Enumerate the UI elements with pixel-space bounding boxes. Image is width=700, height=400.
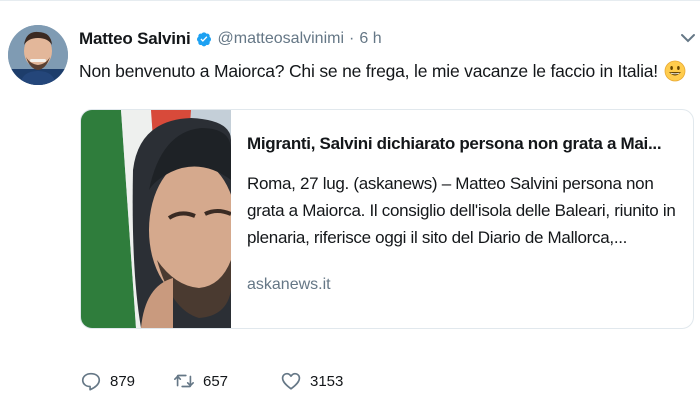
retweet-count: 657	[203, 372, 229, 390]
link-preview-card[interactable]: Migranti, Salvini dichiarato persona non…	[80, 109, 694, 329]
like-count: 3153	[310, 372, 344, 390]
card-thumbnail	[81, 110, 231, 328]
card-domain: askanews.it	[247, 276, 331, 293]
verified-badge-icon	[196, 31, 212, 47]
reply-button[interactable]: 879	[80, 370, 173, 392]
chevron-down-icon[interactable]	[679, 31, 697, 45]
heart-icon	[280, 370, 302, 392]
retweet-button[interactable]: 657	[173, 370, 280, 392]
tweet-header: Matteo Salvini @matteosalvinimi · 6 h	[79, 27, 382, 51]
tweet-actions: 879 657 3153	[80, 370, 380, 392]
card-body: Migranti, Salvini dichiarato persona non…	[231, 110, 693, 328]
avatar-photo	[8, 25, 68, 85]
tweet-text-row: Non benvenuto a Maiorca? Chi se ne frega…	[79, 60, 694, 82]
like-button[interactable]: 3153	[280, 370, 380, 392]
card-title: Migranti, Salvini dichiarato persona non…	[247, 134, 662, 153]
separator-dot: ·	[349, 30, 355, 47]
card-description: Roma, 27 lug. (askanews) – Matteo Salvin…	[247, 174, 676, 247]
top-divider	[0, 0, 700, 1]
avatar[interactable]	[8, 25, 68, 85]
smiley-emoji-icon	[664, 60, 686, 82]
tweet-text: Non benvenuto a Maiorca? Chi se ne frega…	[79, 60, 658, 81]
reply-icon	[80, 370, 102, 392]
author-handle[interactable]: @matteosalvinimi	[218, 30, 345, 48]
reply-count: 879	[110, 372, 136, 390]
retweet-icon	[173, 370, 195, 392]
tweet-timestamp[interactable]: 6 h	[359, 30, 381, 48]
author-name[interactable]: Matteo Salvini	[79, 29, 191, 49]
